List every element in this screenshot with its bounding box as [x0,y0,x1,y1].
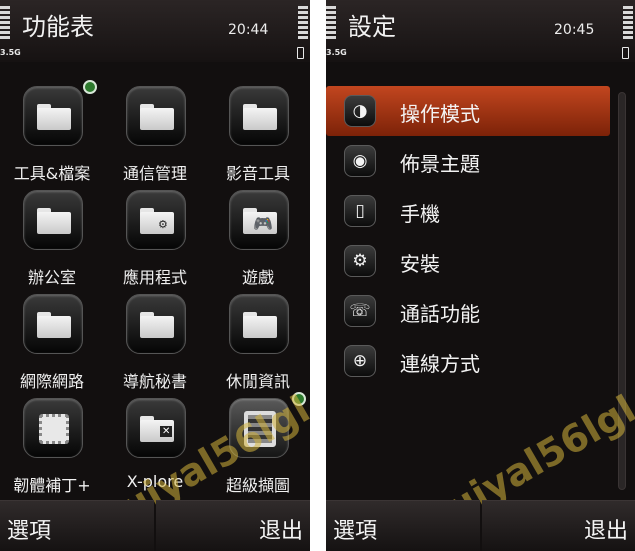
app-label: 辦公室 [27,268,76,287]
app-screenshot[interactable]: 超級擷圖 [206,392,310,502]
app-label: 應用程式 [122,268,187,287]
status-bar: 功能表 20:44 3.5G [0,0,310,62]
palette-icon: ◉ [344,145,376,177]
menu-screen: 功能表 20:44 3.5G 工具&檔案 通信管理 影音工具 辦公室 ⚙ 應用程… [0,0,310,551]
general-settings-icon: ◑ [344,95,376,127]
signal-strength-icon [0,6,10,40]
settings-item-connectivity[interactable]: ⊕ 連線方式 [326,336,610,386]
battery-level-icon [298,6,308,40]
softkey-label: 選項 [333,519,378,544]
settings-item-phone[interactable]: ▯ 手機 [326,186,610,236]
call-icon: ☏ [344,295,376,327]
app-internet[interactable]: 網際網路 [0,294,104,398]
app-navigation[interactable]: 導航秘書 [103,294,207,398]
list-item-label: 通話功能 [400,302,480,326]
settings-screen: 設定 20:45 3.5G ◑ 操作模式 ◉ 佈景主題 ▯ 手機 ⚙ 安裝 ☏ … [326,0,635,551]
app-firmware-patch[interactable]: 韌體補丁+ [0,398,104,502]
folder-icon [140,312,174,338]
app-label: 導航秘書 [122,372,187,391]
app-xplore[interactable]: ✕ X-plore [103,398,207,502]
screenshot-app-icon [244,411,276,447]
app-tools-files[interactable]: 工具&檔案 [0,80,104,190]
gamepad-folder-icon: 🎮 [243,208,277,234]
folder-icon [243,104,277,130]
app-label: 通信管理 [122,164,187,183]
settings-item-calls[interactable]: ☏ 通話功能 [326,286,610,336]
exit-softkey[interactable]: 退出 [481,500,635,551]
app-games[interactable]: 🎮 遊戲 [206,190,310,294]
folder-icon [37,312,71,338]
app-label: 影音工具 [225,164,290,183]
clock: 20:45 [554,22,595,38]
softkey-label: 退出 [258,519,303,544]
scrollbar[interactable] [618,92,626,490]
phone-icon: ▯ [344,195,376,227]
clock: 20:44 [228,22,269,38]
settings-item-general[interactable]: ◑ 操作模式 [326,86,610,136]
options-softkey[interactable]: 選項 [326,500,480,551]
folder-icon [243,312,277,338]
app-label: 休閒資訊 [225,372,290,391]
exit-softkey[interactable]: 退出 [156,500,310,551]
folder-icon [37,104,71,130]
app-communications[interactable]: 通信管理 [103,86,207,190]
status-bar: 設定 20:45 3.5G [326,0,635,62]
network-type: 3.5G [326,48,347,57]
running-indicator-icon [292,392,306,406]
list-item-label: 安裝 [400,252,440,276]
settings-item-themes[interactable]: ◉ 佈景主題 [326,136,610,186]
network-type: 3.5G [0,48,21,57]
page-title: 功能表 [22,13,94,41]
options-softkey[interactable]: 選項 [0,500,154,551]
globe-icon: ⊕ [344,345,376,377]
chip-icon [39,414,69,444]
settings-item-installations[interactable]: ⚙ 安裝 [326,236,610,286]
softkey-bar: 選項 退出 [326,500,635,551]
gears-icon: ⚙ [344,245,376,277]
softkey-label: 退出 [583,519,628,544]
list-item-label: 佈景主題 [400,152,480,176]
battery-icon [622,47,629,59]
app-label: X-plore [126,472,184,491]
app-leisure[interactable]: 休閒資訊 [206,294,310,398]
list-item-label: 操作模式 [400,102,480,126]
app-office[interactable]: 辦公室 [0,190,104,294]
battery-icon [297,47,304,59]
battery-level-icon [623,6,633,40]
page-title: 設定 [348,13,396,41]
signal-strength-icon [326,6,336,40]
list-item-label: 手機 [400,202,440,226]
running-indicator-icon [83,80,97,94]
folder-icon [37,208,71,234]
list-item-label: 連線方式 [400,352,480,376]
softkey-bar: 選項 退出 [0,500,310,551]
app-label: 韌體補丁+ [13,476,91,495]
softkey-label: 選項 [7,519,52,544]
folder-settings-icon: ⚙ [140,208,174,234]
app-label: 遊戲 [241,268,274,287]
app-media-tools[interactable]: 影音工具 [206,86,310,190]
app-label: 超級擷圖 [225,476,290,495]
xplore-folder-icon: ✕ [140,416,174,442]
app-label: 網際網路 [19,372,84,391]
app-applications[interactable]: ⚙ 應用程式 [103,190,207,294]
folder-icon [140,104,174,130]
app-label: 工具&檔案 [13,164,91,183]
